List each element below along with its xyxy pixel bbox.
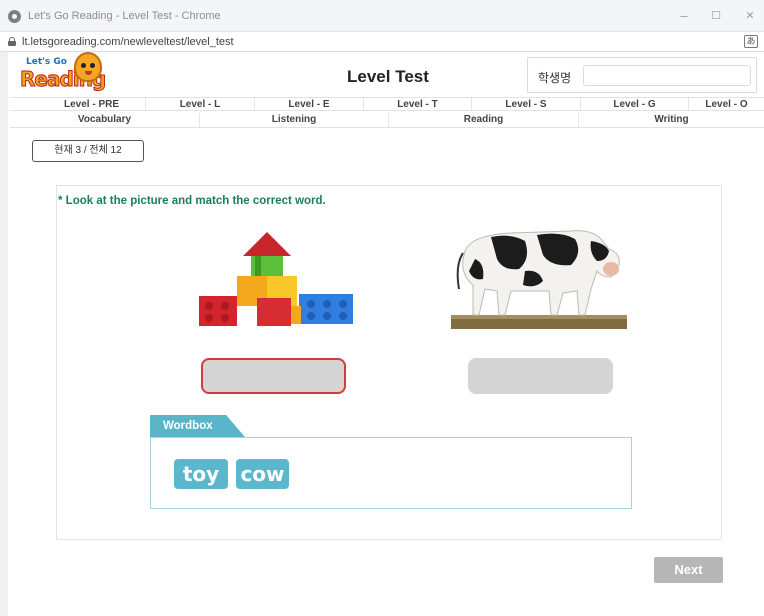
instruction-label: * Look at the picture and match the corr… (58, 195, 326, 207)
window-edge (0, 52, 8, 616)
close-button[interactable]: ✕ (740, 6, 760, 26)
tab-level-o[interactable]: Level - O (689, 98, 764, 111)
subject-tabs: Vocabulary Listening Reading Writing (10, 113, 764, 128)
mascot-icon (74, 52, 102, 82)
word-chip-toy[interactable]: toy (174, 459, 228, 489)
address-bar[interactable]: lt.letsgoreading.com/newleveltest/level_… (0, 32, 764, 52)
tab-level-t[interactable]: Level - T (364, 98, 472, 111)
wordbox-label: Wordbox (150, 415, 245, 437)
answer-slot-cow[interactable] (468, 358, 613, 394)
question-progress: 현재 3 / 전체 12 (32, 140, 144, 162)
tab-level-l[interactable]: Level - L (146, 98, 255, 111)
student-name-box: 학생명 (527, 57, 757, 93)
page-title: Level Test (347, 67, 429, 86)
question-panel: * Look at the picture and match the corr… (56, 185, 722, 540)
instruction-text: * Look at the picture and match the corr… (58, 195, 326, 207)
tab-level-e[interactable]: Level - E (255, 98, 364, 111)
url-text[interactable]: lt.letsgoreading.com/newleveltest/level_… (22, 36, 234, 48)
wordbox: toy cow (150, 437, 632, 509)
tab-level-g[interactable]: Level - G (581, 98, 689, 111)
tab-listening[interactable]: Listening (200, 113, 389, 127)
word-chip-cow[interactable]: cow (236, 459, 289, 489)
toy-blocks-picture[interactable] (195, 226, 357, 328)
maximize-button[interactable]: ☐ (706, 6, 726, 26)
tab-level-pre[interactable]: Level - PRE (38, 98, 146, 111)
tab-level-s[interactable]: Level - S (472, 98, 581, 111)
window-title: Let's Go Reading - Level Test - Chrome (28, 10, 221, 22)
lock-icon (8, 37, 16, 46)
answer-slot-toy[interactable] (201, 358, 346, 394)
window-titlebar: Let's Go Reading - Level Test - Chrome –… (0, 0, 764, 32)
next-button[interactable]: Next (654, 557, 723, 583)
student-name-label: 학생명 (538, 71, 572, 85)
level-tabs: Level - PRE Level - L Level - E Level - … (10, 97, 764, 111)
student-name-field[interactable] (583, 65, 751, 86)
chrome-icon (8, 10, 21, 23)
tab-reading[interactable]: Reading (389, 113, 579, 127)
lets-go-reading-logo: Let's Go Reading (18, 52, 107, 96)
tab-writing[interactable]: Writing (579, 113, 764, 127)
logo-top-text: Let's Go (26, 57, 67, 67)
tab-vocabulary[interactable]: Vocabulary (10, 113, 200, 127)
minimize-button[interactable]: – (674, 6, 694, 26)
translate-icon[interactable]: あ (744, 35, 758, 48)
cow-picture[interactable] (451, 219, 627, 329)
